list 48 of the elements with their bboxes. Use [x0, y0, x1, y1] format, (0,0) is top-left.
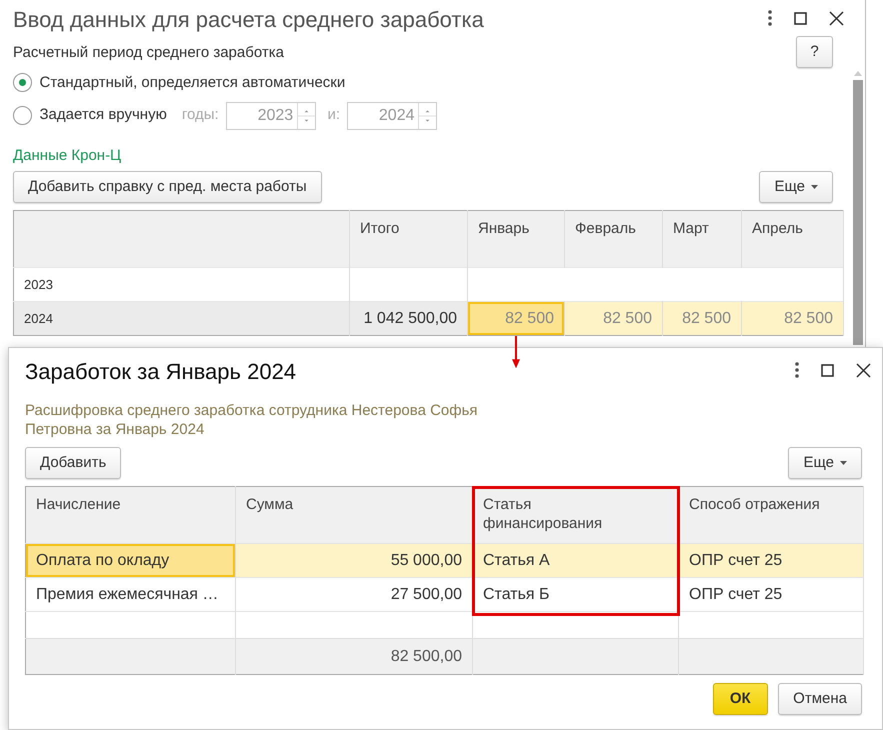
add-certificate-button[interactable]: Добавить справку с пред. места работы [13, 170, 322, 203]
table-cell: 27 500,00 [236, 578, 472, 612]
total-cell: 82 500,00 [236, 638, 472, 674]
radio-button[interactable] [13, 73, 32, 92]
more-button[interactable]: Еще [759, 170, 833, 203]
year-cell: 2024 [14, 302, 350, 336]
column-header[interactable]: Февраль [564, 210, 662, 268]
caret-icon [811, 184, 818, 189]
scrollbar-thumb[interactable] [853, 80, 863, 345]
ok-button[interactable]: ОК [712, 682, 768, 714]
radio-label[interactable]: Задается вручную [40, 104, 167, 127]
help-button[interactable]: ? [796, 36, 833, 68]
window-title: Ввод данных для расчета среднего заработка [13, 6, 484, 34]
close-icon[interactable] [829, 10, 844, 26]
column-header[interactable]: Сумма [236, 486, 472, 544]
add-button[interactable]: Добавить [25, 446, 122, 478]
radio-button[interactable] [13, 106, 32, 125]
dialog-title: Заработок за Январь 2024 [25, 358, 296, 386]
dialog-description: Расшифровка среднего заработка сотрудника Нестерова Софья Петровна за Январь 2024 [25, 401, 479, 439]
total-cell: 1 042 500,00 [350, 302, 468, 336]
section-title: Данные Крон-Ц [13, 146, 122, 166]
more-button[interactable]: Еще [788, 446, 862, 478]
table-cell: ОПР счет 25 [678, 578, 864, 612]
table-cell: 55 000,00 [236, 544, 472, 578]
more-options-icon[interactable] [768, 10, 772, 26]
maximize-icon[interactable] [821, 364, 834, 376]
column-header[interactable]: Начисление [26, 486, 236, 544]
table-cell: Статья А [472, 544, 678, 578]
annotation-arrow [511, 336, 521, 368]
close-icon[interactable] [856, 362, 871, 378]
column-header[interactable]: Январь [468, 210, 564, 268]
column-header[interactable]: Апрель [742, 210, 844, 268]
years-label: годы: [182, 105, 219, 126]
column-header[interactable]: Март [662, 210, 742, 268]
table-cell[interactable]: Премия ежемесячная … [26, 578, 236, 612]
table-cell: ОПР счет 25 [678, 544, 864, 578]
column-header[interactable]: Статья финансирования [472, 486, 678, 544]
column-header[interactable]: Итого [350, 210, 468, 268]
more-options-icon[interactable] [795, 362, 799, 378]
maximize-icon[interactable] [794, 12, 807, 24]
section-label: Расчетный период среднего заработка [13, 42, 285, 62]
table-cell[interactable]: Оплата по окладу [26, 544, 236, 578]
to-label: и: [327, 105, 340, 126]
column-header[interactable]: Способ отражения [678, 486, 864, 544]
table-cell: Статья Б [472, 578, 678, 612]
cancel-button[interactable]: Отмена [778, 682, 862, 714]
radio-label[interactable]: Стандартный, определяется автоматически [40, 72, 346, 94]
caret-icon [840, 460, 847, 465]
